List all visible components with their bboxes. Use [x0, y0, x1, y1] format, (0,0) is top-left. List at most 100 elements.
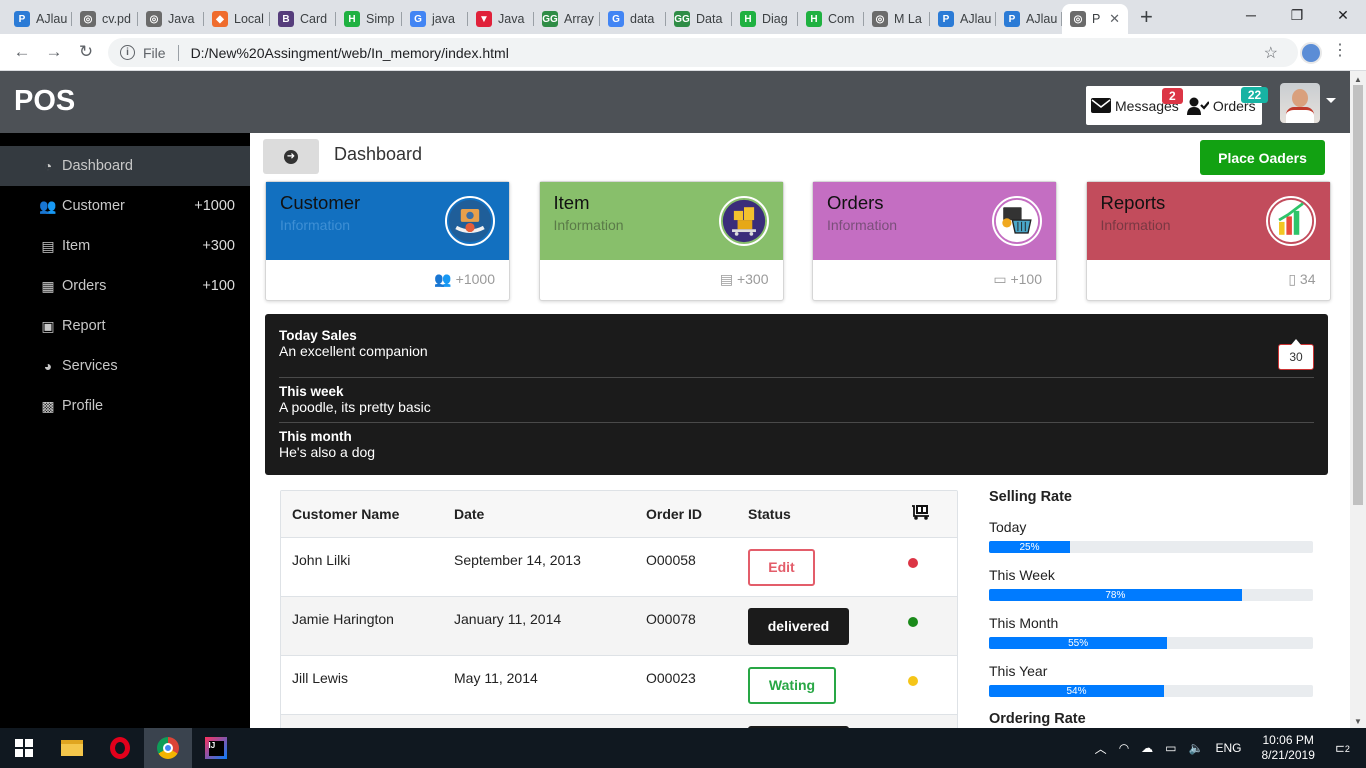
browser-menu-icon[interactable]: ⋮	[1332, 42, 1348, 60]
table-row[interactable]	[281, 713, 957, 728]
bookmark-star-icon[interactable]: ☆	[1264, 43, 1278, 63]
browser-tab[interactable]: Gjava	[402, 4, 468, 34]
browser-tab[interactable]: H Diag	[732, 4, 798, 34]
sales-row-text: He's also a dog	[279, 444, 376, 460]
minimize-icon[interactable]: ─	[1228, 0, 1274, 30]
browser-tab[interactable]: B Card	[270, 4, 336, 34]
status-button[interactable]: delivered	[748, 607, 849, 645]
back-icon[interactable]: ←	[6, 42, 38, 62]
scroll-up-icon[interactable]: ▲	[1354, 75, 1362, 84]
browser-tab[interactable]: P AJlau	[996, 4, 1062, 34]
messages-button[interactable]: Messages 2	[1086, 87, 1183, 114]
browser-tab[interactable]: ◎ cv.pd	[72, 4, 138, 34]
browser-tab[interactable]: GG Array	[534, 4, 600, 34]
item-icon	[718, 196, 769, 246]
cloud-icon[interactable]: ☁	[1141, 741, 1153, 755]
place-orders-button[interactable]: Place Oaders	[1200, 140, 1325, 175]
table-row[interactable]: Jill Lewis May 11, 2014 O00023 Wating	[281, 654, 957, 714]
info-card-orders[interactable]: Orders Information ▭ +100	[812, 181, 1057, 301]
notification-icon[interactable]: ▭2	[1335, 738, 1352, 758]
reload-icon[interactable]: ↻	[70, 42, 102, 62]
info-card-reports[interactable]: Reports Information ▯ 34	[1085, 181, 1331, 301]
sidebar-item-label: Customer	[62, 198, 125, 214]
table-row[interactable]: John Lilki September 14, 2013 O00058 Edi…	[281, 536, 957, 596]
browser-tab[interactable]: ◎ Java	[138, 4, 204, 34]
card-footer-icon: ▯	[1288, 271, 1297, 287]
browser-tab[interactable]: ◎ M La	[864, 4, 930, 34]
sidebar-item-dashboard[interactable]: ◔ Dashboard	[0, 146, 250, 186]
user-avatar[interactable]	[1280, 83, 1320, 123]
browser-tab[interactable]: GG Data	[666, 4, 732, 34]
tab-favicon-icon: H	[806, 11, 822, 27]
nav-actions: Messages 2 Orders 22	[1086, 86, 1269, 125]
chevron-up-icon[interactable]: ︿	[1095, 740, 1107, 757]
brand-logo[interactable]: POS	[14, 85, 75, 118]
sidebar-item-customer[interactable]: 👥 Customer +1000	[0, 186, 250, 226]
sidebar-item-report[interactable]: ▣ Report	[0, 306, 250, 346]
sidebar-item-services[interactable]: ◕ Services	[0, 346, 250, 386]
envelope-icon	[1091, 98, 1111, 113]
tab-label: Diag	[762, 12, 788, 26]
windows-start-icon[interactable]	[0, 728, 48, 768]
intellij-icon[interactable]: IJ	[192, 728, 240, 768]
chrome-icon[interactable]	[144, 728, 192, 768]
browser-tab[interactable]: Gdata	[600, 4, 666, 34]
tab-favicon-icon: ◎	[872, 11, 888, 27]
close-tab-icon[interactable]: ✕	[1109, 11, 1120, 27]
sidebar-item-orders[interactable]: ▦ Orders +100	[0, 266, 250, 306]
language-indicator[interactable]: ENG	[1215, 741, 1241, 755]
chevron-down-icon[interactable]	[1326, 98, 1336, 103]
table-row[interactable]: Jamie Harington January 11, 2014 O00078 …	[281, 595, 957, 655]
forward-icon[interactable]: →	[38, 42, 70, 62]
rate-item: This Month 55%	[989, 615, 1319, 649]
truck-icon: ▦	[41, 277, 55, 294]
progress-fill: 78%	[989, 589, 1242, 601]
info-card-item[interactable]: Item Information ▤ +300	[538, 181, 784, 301]
tab-favicon-icon: ◆	[212, 11, 228, 27]
tab-label: data	[630, 12, 655, 26]
close-window-icon[interactable]: ✕	[1320, 0, 1366, 30]
browser-tab[interactable]: ◎ P ✕	[1062, 4, 1128, 34]
browser-tab[interactable]: ◆ Local	[204, 4, 270, 34]
status-button[interactable]: Edit	[748, 548, 815, 586]
wifi-icon[interactable]: ◠	[1119, 741, 1129, 755]
url-text[interactable]: D:/New%20Assingment/web/In_memory/index.…	[191, 45, 509, 61]
volume-icon[interactable]: 🔈	[1189, 741, 1204, 755]
date-cell: January 11, 2014	[443, 595, 635, 655]
column-header: Customer Name	[281, 491, 443, 537]
file-explorer-icon[interactable]	[48, 728, 96, 768]
battery-icon[interactable]: ▭	[1165, 741, 1176, 755]
browser-tab[interactable]: H Simp	[336, 4, 402, 34]
page-scrollbar[interactable]: ▲ ▼	[1350, 71, 1366, 728]
arrow-right-icon: ➜	[284, 149, 298, 164]
browser-tab[interactable]: P AJlau	[6, 4, 72, 34]
user-check-icon	[1186, 97, 1209, 115]
table-header-row: Customer Name Date Order ID Status	[281, 491, 957, 537]
sidebar-toggle-button[interactable]: ➜	[263, 139, 319, 174]
ordering-rate-title: Ordering Rate	[989, 711, 1086, 727]
maximize-icon[interactable]: ❐	[1274, 0, 1320, 30]
opera-icon[interactable]	[96, 728, 144, 768]
browser-profile-avatar[interactable]	[1300, 42, 1322, 64]
orders-button[interactable]: Orders 22	[1183, 86, 1269, 115]
new-tab-button[interactable]: +	[1128, 4, 1165, 34]
top-navbar: POS Messages 2 Orders 22	[0, 71, 1350, 133]
sidebar-item-item[interactable]: ▤ Item +300	[0, 226, 250, 266]
status-dot-icon	[908, 675, 918, 686]
site-info-icon[interactable]: i	[120, 45, 135, 60]
browser-tab-strip: P AJlau ◎ cv.pd ◎ Java ◆ Local B Card H Simp Gjava ▼ J…	[0, 0, 1366, 34]
rate-label: This Year	[989, 663, 1048, 679]
browser-tab[interactable]: P AJlau	[930, 4, 996, 34]
id-card-icon: ▣	[41, 317, 55, 334]
card-value: +1000	[455, 271, 495, 287]
status-button[interactable]: Wating	[748, 666, 836, 704]
clock[interactable]: 10:06 PM 8/21/2019	[1261, 733, 1314, 763]
scrollbar-thumb[interactable]	[1353, 85, 1363, 505]
sidebar-item-profile[interactable]: ▩ Profile	[0, 386, 250, 426]
card-value: 34	[1299, 271, 1316, 287]
url-bar[interactable]: i File D:/New%20Assingment/web/In_memory…	[108, 38, 1298, 67]
browser-tab[interactable]: ▼ Java	[468, 4, 534, 34]
info-card-customer[interactable]: Customer Information 👥 +1000	[265, 181, 510, 301]
browser-tab[interactable]: H Com	[798, 4, 864, 34]
scroll-down-icon[interactable]: ▼	[1354, 717, 1362, 726]
